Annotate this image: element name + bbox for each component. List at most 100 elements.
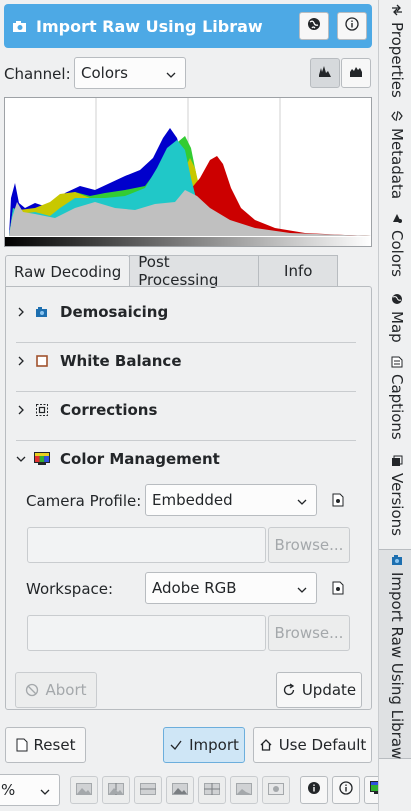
histogram-chart — [5, 98, 371, 246]
versions-icon — [391, 455, 403, 467]
section-color-management[interactable]: Color Management — [14, 439, 352, 479]
sidebar-item-properties[interactable]: Properties — [379, 4, 411, 104]
sidebar-item-captions[interactable]: Captions — [379, 356, 411, 446]
preview-icon — [236, 781, 252, 799]
preview-button[interactable] — [230, 776, 258, 804]
camera-profile-value: Embedded — [152, 491, 233, 509]
chevron-down-icon — [296, 494, 308, 512]
browse-label: Browse... — [274, 624, 344, 642]
globe-icon — [391, 293, 403, 305]
reset-button[interactable]: Reset — [5, 727, 86, 763]
section-white-balance[interactable]: White Balance — [14, 341, 352, 381]
checkmark-icon — [169, 738, 183, 752]
sidebar-item-label: Versions — [388, 473, 406, 536]
workspace-label: Workspace: — [26, 580, 114, 598]
chevron-down-icon — [14, 454, 28, 464]
profile-info-icon[interactable] — [330, 492, 346, 508]
info-icon — [345, 17, 359, 35]
browse-label: Browse... — [274, 536, 344, 554]
split-horizontal-icon — [140, 781, 156, 799]
update-label: Update — [301, 681, 357, 699]
sidebar-item-versions[interactable]: Versions — [379, 455, 411, 545]
compare-horizontal-button[interactable] — [198, 776, 226, 804]
camera-profile-browse-button: Browse... — [268, 527, 350, 563]
use-default-button[interactable]: Use Default — [253, 727, 372, 763]
title-bar: Import Raw Using Libraw — [4, 4, 372, 48]
abort-button[interactable]: Abort — [15, 672, 97, 708]
chevron-right-icon — [14, 405, 28, 415]
compare-vertical-button[interactable] — [166, 776, 194, 804]
zoom-select[interactable]: % — [0, 774, 60, 806]
linear-scale-button[interactable] — [310, 58, 340, 88]
home-icon — [259, 738, 273, 752]
sidebar-item-map[interactable]: Map — [379, 293, 411, 348]
bottom-toolbar: % — [0, 772, 411, 808]
section-corrections[interactable]: Corrections — [14, 390, 352, 430]
workspace-value: Adobe RGB — [152, 579, 237, 597]
section-title: Corrections — [60, 401, 158, 419]
split-vertical-button[interactable] — [102, 776, 130, 804]
update-button[interactable]: Update — [276, 672, 362, 708]
under-exposure-button[interactable] — [300, 776, 328, 804]
info-icon — [339, 781, 353, 799]
code-icon — [391, 110, 403, 122]
reset-icon — [16, 738, 28, 752]
captions-icon — [391, 356, 403, 368]
camera-profile-select[interactable]: Embedded — [145, 484, 317, 516]
split-horizontal-button[interactable] — [134, 776, 162, 804]
section-title: Color Management — [60, 450, 220, 468]
log-scale-button[interactable] — [341, 58, 371, 88]
luminosity-gradient-bar — [5, 237, 371, 246]
workspace-browse-button: Browse... — [268, 615, 350, 651]
sidebar-item-import-raw[interactable]: Import Raw Using Libraw — [379, 549, 411, 759]
camera-icon — [391, 554, 403, 566]
cancel-icon — [25, 683, 39, 697]
abort-label: Abort — [45, 681, 87, 699]
compare-vertical-icon — [172, 781, 188, 799]
tab-bar: Raw Decoding Post Processing Info — [5, 253, 339, 289]
mask-icon — [268, 781, 284, 799]
image-icon — [76, 781, 92, 799]
camera-icon — [34, 304, 50, 320]
mask-button[interactable] — [262, 776, 290, 804]
import-label: Import — [189, 736, 239, 754]
log-histogram-icon — [348, 63, 364, 83]
sidebar-item-label: Captions — [388, 374, 406, 440]
use-default-label: Use Default — [278, 736, 367, 754]
linear-histogram-icon — [317, 63, 333, 83]
map-button[interactable] — [299, 12, 329, 40]
over-exposure-button[interactable] — [332, 776, 360, 804]
workspace-select[interactable]: Adobe RGB — [145, 572, 317, 604]
globe-icon — [307, 17, 321, 35]
camera-profile-path-input — [27, 527, 266, 563]
chevron-down-icon — [39, 784, 51, 802]
sidebar-item-colors[interactable]: Colors — [379, 212, 411, 287]
panel-title: Import Raw Using Libraw — [36, 16, 263, 36]
section-demosaicing[interactable]: Demosaicing — [14, 292, 352, 332]
color-management-icon — [34, 451, 50, 467]
import-button[interactable]: Import — [163, 727, 245, 763]
channel-select[interactable]: Colors — [74, 57, 186, 89]
section-title: Demosaicing — [60, 303, 169, 321]
compare-horizontal-icon — [204, 781, 220, 799]
sidebar-item-label: Colors — [388, 230, 406, 277]
original-view-button[interactable] — [70, 776, 98, 804]
tab-post-processing[interactable]: Post Processing — [129, 253, 260, 289]
workspace-info-icon[interactable] — [330, 580, 346, 596]
info-button[interactable] — [337, 12, 367, 40]
tab-label: Raw Decoding — [14, 262, 122, 281]
chevron-down-icon — [296, 582, 308, 600]
workspace-path-input — [27, 615, 266, 651]
corrections-icon — [34, 402, 50, 418]
refresh-icon — [282, 683, 296, 697]
chevron-right-icon — [14, 307, 28, 317]
tab-raw-decoding[interactable]: Raw Decoding — [5, 255, 131, 287]
channel-label: Channel: — [4, 65, 71, 83]
sidebar-item-metadata[interactable]: Metadata — [379, 110, 411, 205]
reset-label: Reset — [33, 736, 76, 754]
section-title: White Balance — [60, 352, 182, 370]
white-balance-icon — [34, 353, 50, 369]
camera-icon — [12, 18, 28, 34]
tab-info[interactable]: Info — [258, 255, 339, 286]
sidebar-item-label: Map — [388, 311, 406, 343]
